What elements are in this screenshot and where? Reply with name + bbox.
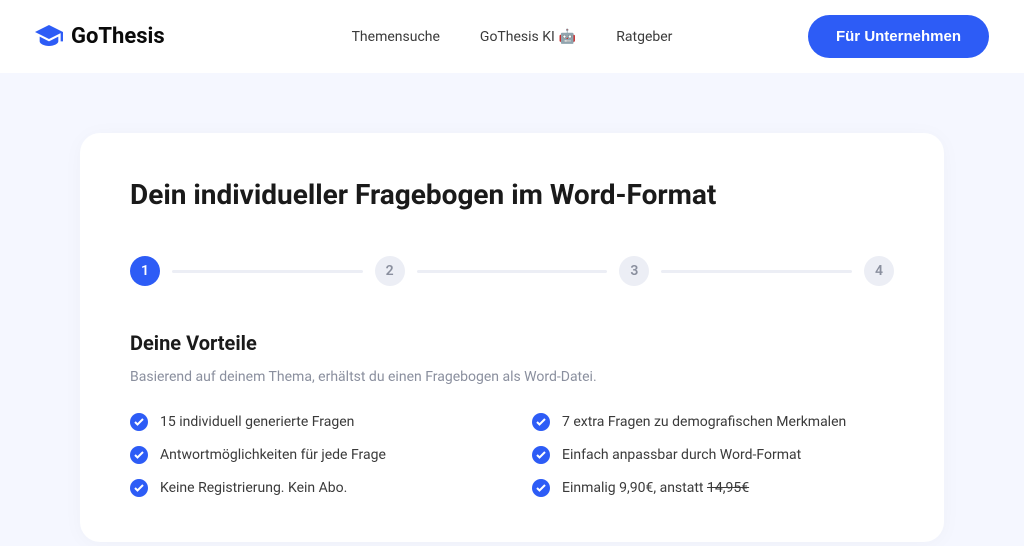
step-2[interactable]: 2 [375, 256, 405, 286]
benefits-title: Deine Vorteile [130, 331, 894, 355]
check-icon [130, 446, 148, 464]
questionnaire-card: Dein individueller Fragebogen im Word-Fo… [80, 133, 944, 542]
graduation-cap-icon [35, 25, 63, 49]
check-icon [532, 446, 550, 464]
list-item: 15 individuell generierte Fragen [130, 413, 492, 431]
check-icon [532, 413, 550, 431]
nav-themensuche[interactable]: Themensuche [352, 29, 440, 45]
step-3[interactable]: 3 [619, 256, 649, 286]
benefits-description: Basierend auf deinem Thema, erhältst du … [130, 369, 894, 385]
header: GoThesis Themensuche GoThesis KI 🤖 Ratge… [0, 0, 1024, 73]
list-item: Einmalig 9,90€, anstatt 14,95€ [532, 479, 894, 497]
robot-icon: 🤖 [559, 29, 576, 45]
logo[interactable]: GoThesis [35, 24, 165, 49]
step-line [172, 270, 363, 273]
step-line [417, 270, 608, 273]
benefit-text: Einfach anpassbar durch Word-Format [562, 447, 801, 463]
benefit-text: Keine Registrierung. Kein Abo. [160, 480, 347, 496]
nav-label: Ratgeber [616, 29, 672, 45]
nav-ratgeber[interactable]: Ratgeber [616, 29, 672, 45]
cta-enterprise-button[interactable]: Für Unternehmen [808, 15, 989, 58]
benefit-text: 15 individuell generierte Fragen [160, 414, 354, 430]
benefit-text: Einmalig 9,90€, anstatt 14,95€ [562, 480, 749, 496]
nav-label: GoThesis KI [480, 29, 555, 45]
step-line [661, 270, 852, 273]
check-icon [130, 413, 148, 431]
check-icon [532, 479, 550, 497]
nav-label: Themensuche [352, 29, 440, 45]
benefits-list: 15 individuell generierte Fragen 7 extra… [130, 413, 894, 497]
list-item: Einfach anpassbar durch Word-Format [532, 446, 894, 464]
step-4[interactable]: 4 [864, 256, 894, 286]
main-nav: Themensuche GoThesis KI 🤖 Ratgeber [352, 29, 673, 45]
list-item: Antwortmöglichkeiten für jede Frage [130, 446, 492, 464]
benefit-text: Antwortmöglichkeiten für jede Frage [160, 447, 386, 463]
step-1[interactable]: 1 [130, 256, 160, 286]
check-icon [130, 479, 148, 497]
benefit-text: 7 extra Fragen zu demografischen Merkmal… [562, 414, 846, 430]
main-content: Dein individueller Fragebogen im Word-Fo… [0, 73, 1024, 542]
list-item: Keine Registrierung. Kein Abo. [130, 479, 492, 497]
nav-gothesis-ki[interactable]: GoThesis KI 🤖 [480, 29, 576, 45]
card-title: Dein individueller Fragebogen im Word-Fo… [130, 178, 894, 211]
list-item: 7 extra Fragen zu demografischen Merkmal… [532, 413, 894, 431]
logo-text: GoThesis [71, 24, 165, 49]
step-indicator: 1 2 3 4 [130, 256, 894, 286]
